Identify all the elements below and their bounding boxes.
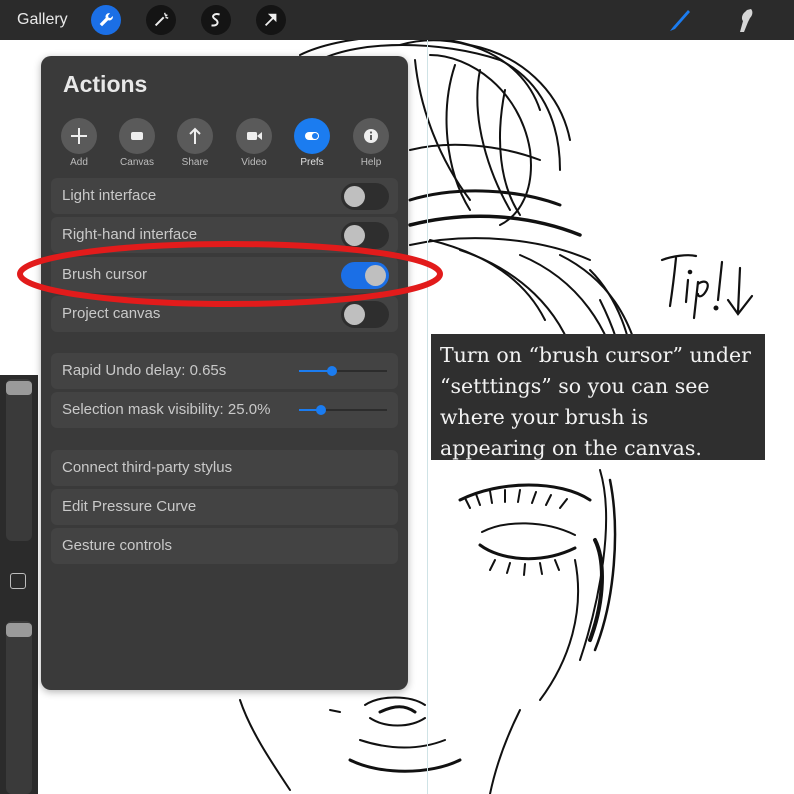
opacity-slider[interactable]	[6, 621, 32, 794]
arrow-cursor-icon[interactable]	[256, 5, 286, 35]
tab-prefs[interactable]: Prefs	[290, 118, 334, 168]
gesture-controls-item[interactable]: Gesture controls	[51, 528, 398, 564]
wrench-icon[interactable]	[91, 5, 121, 35]
top-toolbar: Gallery	[0, 0, 794, 40]
video-icon	[247, 132, 262, 140]
selection-mask-slider[interactable]	[299, 405, 387, 415]
tab-help[interactable]: Help	[349, 118, 393, 168]
pref-label: Selection mask visibility: 25.0%	[62, 401, 271, 418]
tab-canvas[interactable]: Canvas	[115, 118, 159, 168]
tip-text: Turn on “brush cursor” under “setttings”…	[440, 343, 751, 460]
pref-label: Light interface	[62, 187, 157, 204]
pref-label: Rapid Undo delay: 0.65s	[62, 362, 227, 379]
tab-video[interactable]: Video	[232, 118, 276, 168]
opacity-handle[interactable]	[6, 623, 32, 637]
menu-label: Edit Pressure Curve	[62, 498, 197, 515]
tip-box: Turn on “brush cursor” under “setttings”…	[431, 334, 765, 460]
magic-wand-icon[interactable]	[146, 5, 176, 35]
brush-size-handle[interactable]	[6, 381, 32, 395]
tab-add[interactable]: Add	[57, 118, 101, 168]
menu-label: Gesture controls	[62, 537, 173, 554]
left-sidebar	[0, 375, 38, 794]
pref-row-light-interface: Light interface	[51, 178, 398, 214]
plus-icon	[71, 128, 87, 144]
connect-stylus-item[interactable]: Connect third-party stylus	[51, 450, 398, 486]
tab-label: Share	[181, 157, 209, 168]
canvas-icon	[131, 132, 143, 140]
canvas-guide-line	[427, 40, 428, 794]
brush-icon[interactable]	[666, 6, 694, 34]
tab-share[interactable]: Share	[173, 118, 217, 168]
gallery-button[interactable]: Gallery	[17, 11, 68, 29]
menu-label: Connect third-party stylus	[62, 459, 233, 476]
toggle-icon	[305, 132, 319, 140]
tab-label: Help	[360, 157, 382, 168]
tab-label: Prefs	[300, 157, 324, 168]
actions-popover: Actions Add Canvas Share Video Prefs Hel…	[41, 56, 408, 690]
light-interface-toggle[interactable]	[341, 183, 389, 210]
pref-row-selection-mask: Selection mask visibility: 25.0%	[51, 392, 398, 428]
selection-s-icon[interactable]	[201, 5, 231, 35]
tip-handwriting	[660, 254, 754, 320]
highlight-ellipse	[17, 241, 443, 307]
brush-size-slider[interactable]	[6, 379, 32, 541]
tab-label: Video	[241, 157, 267, 168]
modify-button[interactable]	[10, 573, 26, 589]
tab-label: Add	[70, 157, 88, 168]
rapid-undo-slider[interactable]	[299, 366, 387, 376]
pref-row-rapid-undo: Rapid Undo delay: 0.65s	[51, 353, 398, 389]
smudge-icon[interactable]	[731, 6, 759, 34]
share-icon	[189, 127, 201, 144]
tab-label: Canvas	[120, 157, 154, 168]
info-icon	[364, 129, 378, 143]
actions-title: Actions	[63, 71, 148, 97]
edit-pressure-curve-item[interactable]: Edit Pressure Curve	[51, 489, 398, 525]
